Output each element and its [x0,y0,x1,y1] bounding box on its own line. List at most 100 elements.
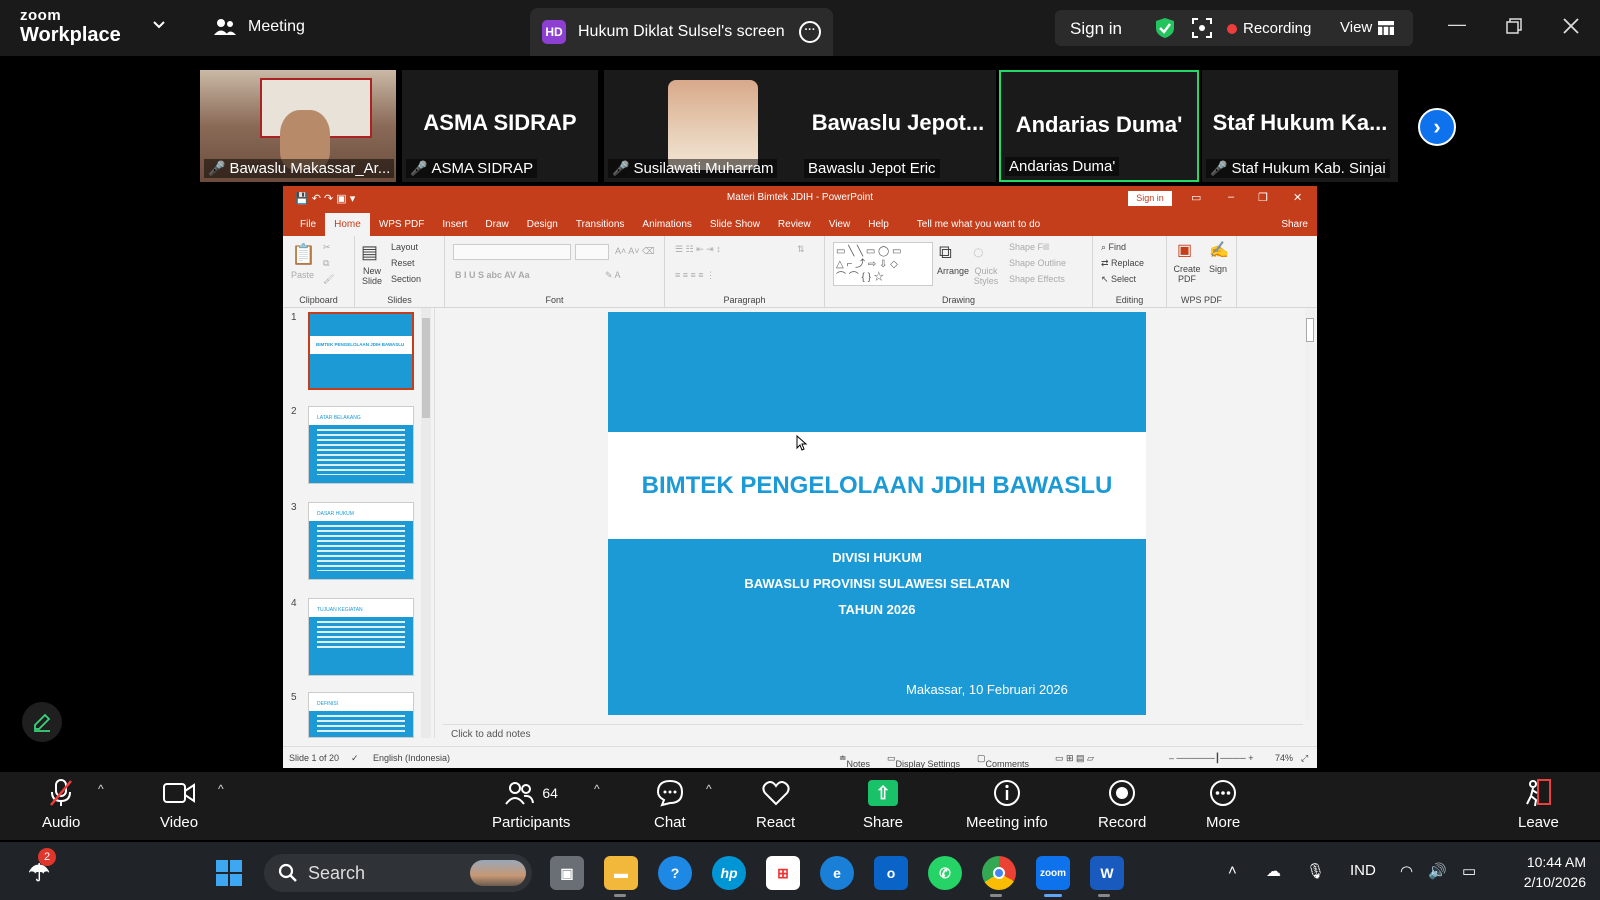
tab-home[interactable]: Home [325,213,370,236]
font-name-box[interactable] [453,244,571,260]
spellcheck-icon[interactable]: ✓ [351,753,359,764]
ppt-sign-in-button[interactable]: Sign in [1128,191,1172,206]
participants-options-caret-icon[interactable]: ^ [594,782,600,796]
tab-view[interactable]: View [820,219,860,236]
font-format-icons[interactable]: B I U S abc AV Aa [455,270,530,280]
slide-thumbnail[interactable]: LATAR BELAKANG [308,406,414,484]
task-view-icon[interactable]: ▣ [550,856,584,890]
list-icons[interactable]: ☰ ☷ ⇤ ⇥ ↕ [675,244,721,255]
meeting-menu-button[interactable]: Meeting [214,18,305,36]
participants-button[interactable]: 64 Participants [492,778,570,831]
hp-app-icon[interactable]: hp [712,856,746,890]
tab-insert[interactable]: Insert [433,219,476,236]
chat-options-caret-icon[interactable]: ^ [706,782,712,796]
battery-icon[interactable]: ▭ [1462,862,1476,880]
display-settings-button[interactable]: ▭ Display Settings [887,753,960,769]
word-app-icon[interactable]: W [1090,856,1124,890]
tab-design[interactable]: Design [518,219,567,236]
shape-fill-button[interactable]: Shape Fill [1009,242,1049,252]
next-page-arrow-icon[interactable]: › [1418,108,1456,146]
ppt-minimize-icon[interactable]: – [1228,191,1234,203]
more-options-icon[interactable]: ··· [799,21,821,43]
fit-slide-icon[interactable]: ⤢ [1301,753,1308,764]
input-language[interactable]: IND [1350,862,1376,879]
new-slide-button[interactable]: New Slide [359,266,385,286]
system-clock[interactable]: 10:44 AM 2/10/2026 [1506,852,1586,892]
comments-button[interactable]: ▢ Comments [977,753,1029,769]
slide-scrollbar[interactable] [1305,308,1315,720]
notes-pane[interactable]: Click to add notes [443,724,1303,744]
tab-wps-pdf[interactable]: WPS PDF [370,219,434,236]
close-window-icon[interactable] [1563,18,1579,34]
slide-thumbnail[interactable]: DASAR HUKUM [308,502,414,580]
tray-overflow-chevron-icon[interactable]: ˄ [1228,862,1237,879]
ppt-close-icon[interactable]: ✕ [1293,191,1302,204]
restore-window-icon[interactable] [1506,18,1522,34]
ppt-restore-icon[interactable]: ❐ [1258,191,1268,204]
scrollbar-thumb[interactable] [422,318,430,418]
react-button[interactable]: React [756,778,795,831]
taskbar-search-box[interactable]: Search [264,854,532,892]
shape-outline-button[interactable]: Shape Outline [1009,258,1066,268]
find-button[interactable]: ⌕ Find [1101,242,1126,253]
notes-toggle[interactable]: ≐ Notes [839,753,870,769]
align-icons[interactable]: ≡ ≡ ≡ ≡ ⋮ [675,270,715,281]
sign-button[interactable]: Sign [1209,264,1227,274]
windows-start-icon[interactable] [212,856,246,890]
quick-styles-button[interactable]: Quick Styles [971,266,1001,286]
microphone-tray-icon[interactable]: 🎙 [1306,862,1325,880]
tell-me-search[interactable]: Tell me what you want to do [908,219,1049,236]
view-button[interactable]: View [1340,19,1395,36]
thumbnails-scrollbar[interactable] [421,308,431,738]
volume-icon[interactable]: 🔊 [1428,862,1447,880]
arrange-button[interactable]: Arrange [937,266,969,276]
outlook-icon[interactable]: o [874,856,908,890]
chrome-browser-icon[interactable] [982,856,1016,890]
screen-share-tab[interactable]: HD Hukum Diklat Sulsel's screen ··· [530,8,833,56]
annotate-pencil-button[interactable] [22,702,62,742]
record-button[interactable]: Record [1098,778,1146,831]
scrollbar-thumb[interactable] [1306,318,1314,342]
format-painter-icon[interactable]: 🖌 [323,274,334,285]
share-screen-button[interactable]: ⇧ Share [863,778,903,831]
onedrive-offline-icon[interactable]: ☁ [1266,862,1281,880]
whatsapp-icon[interactable]: ✆ [928,856,962,890]
create-pdf-button[interactable]: Create PDF [1173,264,1201,284]
slide-thumbnail[interactable]: BIMTEK PENGELOLAAN JDIH BAWASLU [308,312,414,390]
leave-meeting-button[interactable]: Leave [1518,778,1559,831]
font-size-adjust-icon[interactable]: A˄ A˅ ⌫ [615,246,655,257]
shared-powerpoint-window[interactable]: 💾 ↶ ↷ ▣ ▾ Materi Bimtek JDIH - PowerPoin… [283,186,1317,769]
zoom-app-icon[interactable]: zoom [1036,856,1070,890]
participant-tile[interactable]: ASMA SIDRAP 🎤 ASMA SIDRAP [402,70,598,182]
wifi-icon[interactable]: ◠ [1400,862,1413,880]
more-button[interactable]: More [1206,778,1240,831]
chevron-down-icon[interactable] [152,18,166,32]
participant-tile[interactable]: Bawaslu Jepot... Bawaslu Jepot Eric [800,70,996,182]
focus-mode-icon[interactable] [1192,18,1212,38]
shape-effects-button[interactable]: Shape Effects [1009,274,1065,284]
tab-file[interactable]: File [291,219,325,236]
current-slide[interactable]: BIMTEK PENGELOLAAN JDIH BAWASLU DIVISI H… [608,312,1146,715]
copy-icon[interactable]: ⧉ [323,258,329,269]
reset-button[interactable]: Reset [391,258,415,268]
shapes-gallery[interactable]: ▭ ╲ ╲ ▭ ◯ ▭ △ ⌐ ⤴ ⇨ ⇩ ◇ ⌒ ⌒ { } ☆ [833,242,933,286]
sign-in-button[interactable]: Sign in [1070,19,1122,39]
security-shield-icon[interactable] [1155,17,1175,39]
tab-draw[interactable]: Draw [476,219,517,236]
audio-button[interactable]: Audio [42,778,80,831]
ppt-share-button[interactable]: Share [1272,219,1317,236]
cut-icon[interactable]: ✂ [323,242,331,253]
microsoft-store-icon[interactable]: ⊞ [766,856,800,890]
view-mode-icons[interactable]: ▭ ⊞ ▤ ▱ [1055,753,1094,764]
language-status[interactable]: English (Indonesia) [373,753,450,763]
participant-tile[interactable]: Staf Hukum Ka... 🎤 Staf Hukum Kab. Sinjai [1202,70,1398,182]
recording-indicator[interactable]: Recording [1227,20,1311,37]
paste-button[interactable]: Paste [291,270,314,280]
tab-help[interactable]: Help [859,219,898,236]
participant-tile[interactable]: 🎤 Bawaslu Makassar_Ar... [200,70,396,182]
video-button[interactable]: Video [160,778,198,831]
tab-review[interactable]: Review [769,219,820,236]
zoom-level[interactable]: 74% [1275,753,1293,763]
tab-transitions[interactable]: Transitions [567,219,634,236]
font-color-icon[interactable]: ✎ A [605,270,621,281]
